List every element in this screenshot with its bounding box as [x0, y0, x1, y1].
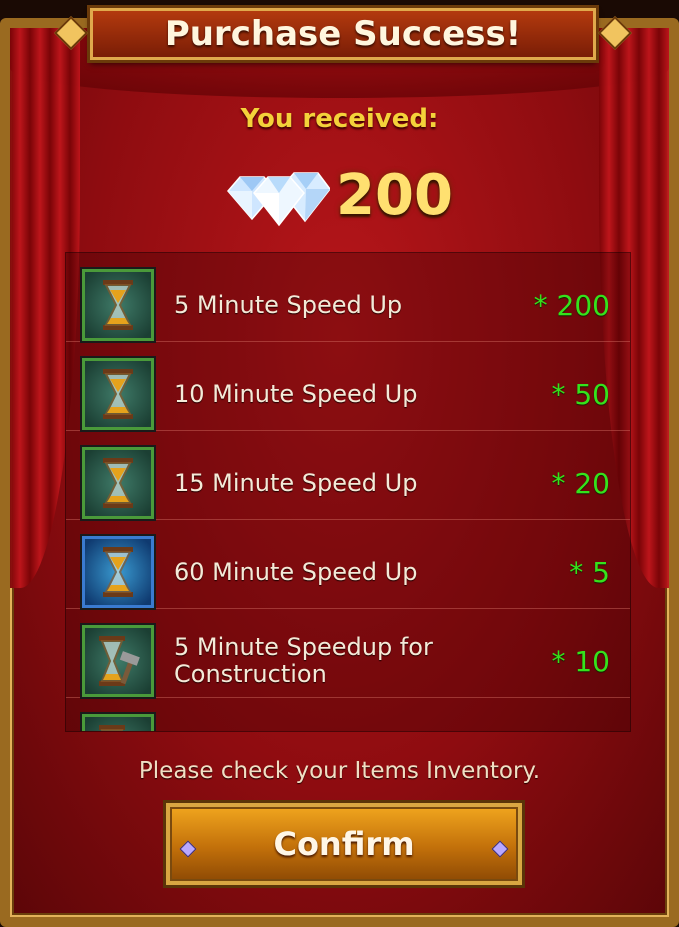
- list-item: 5 Minute Speedup for Construction * 10: [66, 609, 630, 698]
- gems-amount: 200: [336, 162, 453, 228]
- hourglass-icon: [82, 358, 154, 430]
- hourglass-icon: [82, 536, 154, 608]
- hourglass-icon: [82, 269, 154, 341]
- received-label: You received:: [240, 104, 439, 134]
- reward-item-list[interactable]: 5 Minute Speed Up * 200 10 Minute Speed …: [65, 252, 631, 732]
- button-ornament-icon: [179, 840, 197, 858]
- item-quantity: * 200: [533, 288, 610, 322]
- list-item-partial: [66, 698, 630, 731]
- button-ornament-icon: [491, 840, 509, 858]
- hourglass-icon: [82, 447, 154, 519]
- confirm-button[interactable]: Confirm: [166, 803, 522, 885]
- title-banner: Purchase Success!: [54, 8, 632, 60]
- list-item: 15 Minute Speed Up * 20: [66, 431, 630, 520]
- gems-reward: 200: [0, 160, 679, 230]
- item-name: 5 Minute Speedup for Construction: [174, 633, 433, 688]
- item-quantity: * 10: [551, 644, 610, 678]
- hourglass-hammer-icon: [82, 625, 154, 697]
- item-name: 15 Minute Speed Up: [174, 468, 418, 497]
- list-item: 5 Minute Speed Up * 200: [66, 253, 630, 342]
- item-quantity: * 20: [551, 466, 610, 500]
- dialog-title: Purchase Success!: [164, 14, 522, 54]
- hourglass-hammer-icon: [82, 714, 154, 731]
- list-item: 60 Minute Speed Up * 5: [66, 520, 630, 609]
- item-name: 10 Minute Speed Up: [174, 379, 418, 408]
- inventory-note: Please check your Items Inventory.: [138, 758, 541, 784]
- item-name: 5 Minute Speed Up: [174, 290, 403, 319]
- confirm-button-label: Confirm: [273, 825, 415, 863]
- item-quantity: * 50: [551, 377, 610, 411]
- list-item: 10 Minute Speed Up * 50: [66, 342, 630, 431]
- diamonds-icon: [227, 172, 331, 227]
- item-quantity: * 5: [569, 555, 610, 589]
- item-name: 60 Minute Speed Up: [174, 557, 418, 586]
